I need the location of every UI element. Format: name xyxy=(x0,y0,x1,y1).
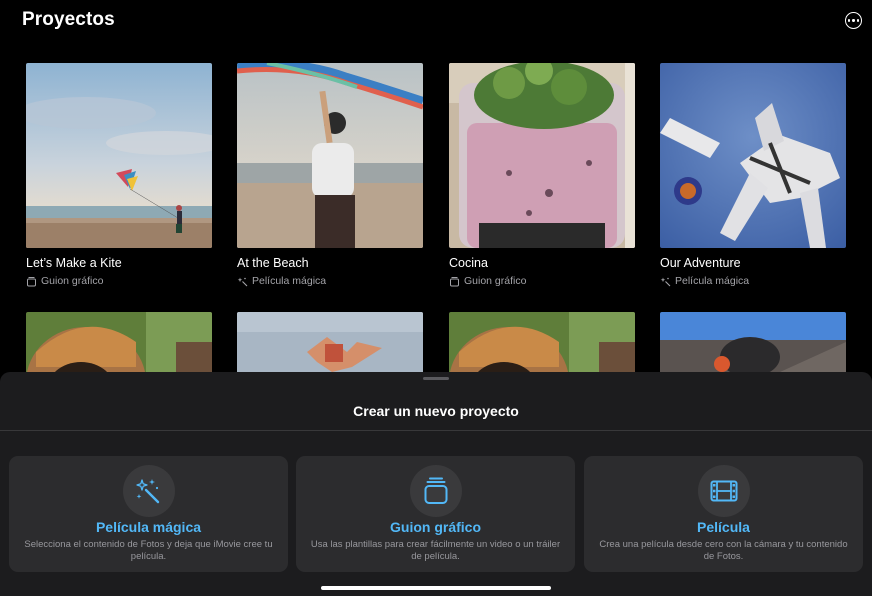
project-thumbnail[interactable] xyxy=(449,63,635,248)
sheet-grabber[interactable] xyxy=(423,377,449,380)
project-type: Película mágica xyxy=(237,275,423,287)
project-type-label: Película mágica xyxy=(252,275,327,287)
storyboard-icon xyxy=(450,276,459,286)
project-card[interactable]: Let’s Make a Kite Guion gráfico xyxy=(26,63,212,287)
film-icon xyxy=(697,465,750,517)
option-description: Selecciona el contenido de Fotos y deja … xyxy=(24,539,273,562)
project-thumbnail[interactable] xyxy=(237,63,423,248)
project-card[interactable]: Cocina Guion gráfico xyxy=(449,63,635,287)
option-title: Guion gráfico xyxy=(390,519,481,535)
project-type-label: Guion gráfico xyxy=(464,275,527,287)
movie-option[interactable]: Película Crea una película desde cero co… xyxy=(584,456,863,572)
project-title: Cocina xyxy=(449,256,488,270)
option-title: Película mágica xyxy=(95,519,202,535)
storyboard-stack-icon xyxy=(409,465,462,517)
home-indicator xyxy=(321,586,551,590)
storyboard-option[interactable]: Guion gráfico Usa las plantillas para cr… xyxy=(296,456,575,572)
sheet-title: Crear un nuevo proyecto xyxy=(353,403,519,419)
project-type: Guion gráfico xyxy=(26,275,212,287)
project-title: Let’s Make a Kite xyxy=(26,256,122,270)
new-project-sheet: Crear un nuevo proyecto Película mágica … xyxy=(0,372,872,596)
magic-wand-icon xyxy=(122,465,175,517)
project-type-label: Película mágica xyxy=(675,275,750,287)
project-card[interactable]: Our Adventure Película mágica xyxy=(660,63,846,287)
project-grid: Let’s Make a Kite Guion gráfico At the B… xyxy=(0,0,872,497)
storyboard-icon xyxy=(27,276,36,286)
option-description: Crea una película desde cero con la cáma… xyxy=(599,539,848,562)
project-card[interactable]: At the Beach Película mágica xyxy=(237,63,423,287)
project-thumbnail[interactable] xyxy=(26,63,212,248)
project-type: Película mágica xyxy=(660,275,846,287)
magic-sparkle-icon xyxy=(237,277,248,286)
magic-movie-option[interactable]: Película mágica Selecciona el contenido … xyxy=(9,456,288,572)
project-type: Guion gráfico xyxy=(449,275,635,287)
option-description: Usa las plantillas para crear fácilmente… xyxy=(310,539,561,562)
project-thumbnail[interactable] xyxy=(660,63,846,248)
option-title: Película xyxy=(697,519,750,535)
magic-sparkle-icon xyxy=(660,277,671,286)
divider xyxy=(0,430,872,431)
project-title: Our Adventure xyxy=(660,256,741,270)
project-type-label: Guion gráfico xyxy=(41,275,104,287)
project-title: At the Beach xyxy=(237,256,309,270)
